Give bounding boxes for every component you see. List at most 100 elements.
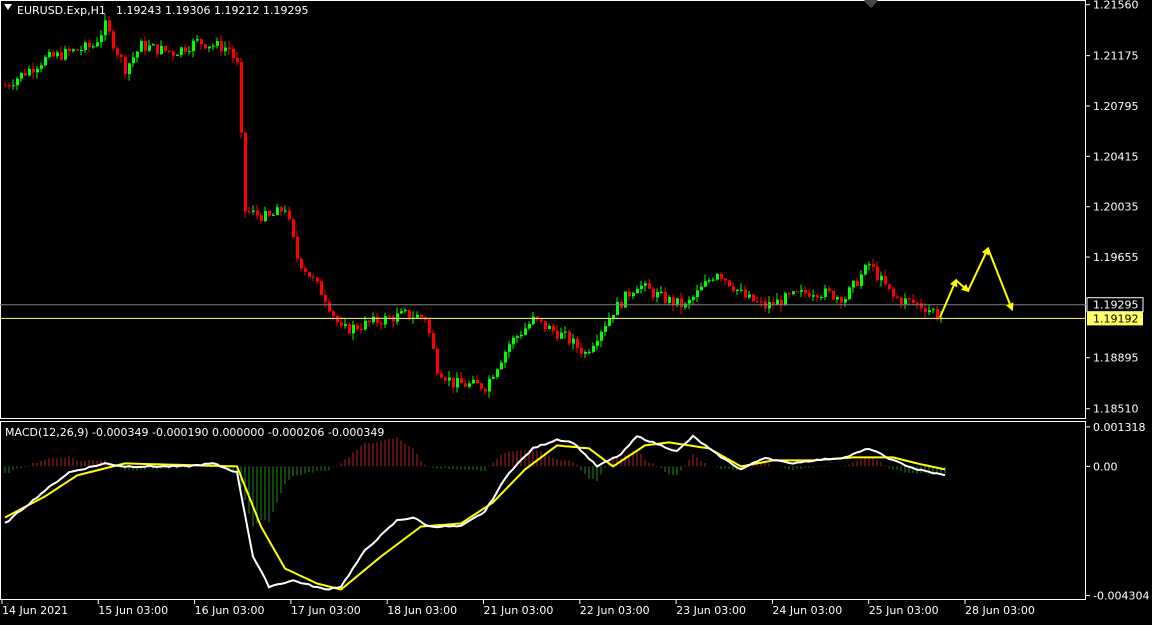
- candle-body: [12, 85, 15, 87]
- candle-body: [360, 328, 363, 330]
- candle-body: [160, 45, 163, 55]
- candle-body: [584, 352, 587, 354]
- candle-body: [848, 287, 851, 300]
- candle-body: [300, 258, 303, 269]
- candle-body: [296, 236, 299, 259]
- candle-body: [668, 296, 671, 303]
- candle-body: [220, 41, 223, 52]
- candle-body: [852, 280, 855, 288]
- candle-body: [552, 325, 555, 331]
- candle-body: [896, 296, 899, 298]
- candle-body: [96, 42, 99, 47]
- candle-body: [560, 332, 563, 339]
- candle-body: [540, 319, 543, 322]
- chart-canvas[interactable]: 1.21560 1.21175 1.20795 1.20415 1.20035 1.196…: [0, 0, 1152, 621]
- candle-body: [700, 286, 703, 291]
- candle-body: [36, 68, 39, 73]
- time-tick-label: 28 Jun 03:00: [965, 604, 1035, 617]
- candle-body: [8, 85, 11, 87]
- price-axis: 1.21560 1.21175 1.20795 1.20415 1.20035 1.196…: [1086, 0, 1144, 416]
- trading-chart[interactable]: 1.21560 1.21175 1.20795 1.20415 1.20035 1.196…: [0, 0, 1152, 621]
- candle-body: [688, 299, 691, 304]
- chart-menu-triangle-icon[interactable]: [4, 4, 12, 10]
- candle-body: [108, 20, 111, 32]
- candle-body: [576, 338, 579, 348]
- candle-body: [836, 296, 839, 300]
- candle-body: [200, 39, 203, 45]
- candle-body: [472, 379, 475, 384]
- candle-body: [276, 207, 279, 215]
- candle-body: [480, 383, 483, 389]
- candle-body: [72, 49, 75, 52]
- candle-body: [616, 301, 619, 316]
- candle-body: [100, 35, 103, 43]
- candle-body: [84, 42, 87, 51]
- ask-price-label: 1.19192: [1093, 312, 1139, 325]
- candle-body: [824, 288, 827, 298]
- candle-body: [880, 275, 883, 281]
- candle-body: [228, 47, 231, 49]
- candle-body: [184, 47, 187, 52]
- candle-body: [40, 65, 43, 69]
- candle-body: [324, 295, 327, 302]
- candle-body: [580, 347, 583, 354]
- candle-body: [304, 268, 307, 273]
- candle-body: [432, 333, 435, 349]
- candle-body: [752, 294, 755, 302]
- candle-body: [144, 40, 147, 51]
- candle-body: [216, 41, 219, 46]
- candle-body: [124, 56, 127, 75]
- price-lines-layer: [0, 304, 1086, 319]
- candle-body: [740, 289, 743, 291]
- price-tick-label: 1.21175: [1093, 50, 1139, 63]
- candle-body: [308, 272, 311, 277]
- macd-lines-layer: [4, 434, 946, 591]
- candle-body: [464, 383, 467, 387]
- candle-body: [224, 47, 227, 52]
- candle-body: [760, 301, 763, 303]
- candle-body: [928, 310, 931, 313]
- candle-body: [120, 54, 123, 57]
- candle-body: [816, 295, 819, 298]
- candle-body: [840, 296, 843, 303]
- candle-body: [128, 63, 131, 75]
- candle-body: [644, 283, 647, 286]
- candle-body: [676, 298, 679, 306]
- candle-body: [16, 78, 19, 86]
- candle-body: [520, 334, 523, 337]
- candle-body: [232, 48, 235, 58]
- projection-arrow: [987, 248, 1014, 312]
- candle-body: [312, 276, 315, 278]
- candle-body: [876, 266, 879, 281]
- candle-body: [932, 309, 935, 311]
- macd-tick-label: -0.004304: [1093, 590, 1149, 603]
- candle-body: [892, 288, 895, 297]
- candle-body: [784, 293, 787, 306]
- time-tick-label: 18 Jun 03:00: [387, 604, 457, 617]
- candle-body: [52, 52, 55, 57]
- time-tick-label: 24 Jun 03:00: [772, 604, 842, 617]
- candle-body: [712, 279, 715, 281]
- candle-body: [708, 280, 711, 282]
- candle-body: [104, 20, 107, 36]
- candle-body: [732, 286, 735, 291]
- bid-price-label: 1.19295: [1093, 299, 1139, 312]
- candle-body: [716, 274, 719, 280]
- candle-body: [32, 68, 35, 73]
- candle-body: [920, 303, 923, 309]
- candle-body: [388, 316, 391, 318]
- candle-body: [532, 316, 535, 324]
- candle-body: [204, 44, 207, 49]
- candle-body: [636, 289, 639, 294]
- candle-body: [444, 377, 447, 381]
- candle-body: [364, 320, 367, 330]
- candle-body: [572, 338, 575, 344]
- candle-body: [904, 298, 907, 304]
- candle-body: [188, 51, 191, 53]
- candle-body: [528, 323, 531, 329]
- candle-body: [744, 289, 747, 298]
- candle-body: [436, 348, 439, 374]
- candle-body: [112, 31, 115, 49]
- candle-body: [372, 316, 375, 323]
- candle-body: [724, 278, 727, 281]
